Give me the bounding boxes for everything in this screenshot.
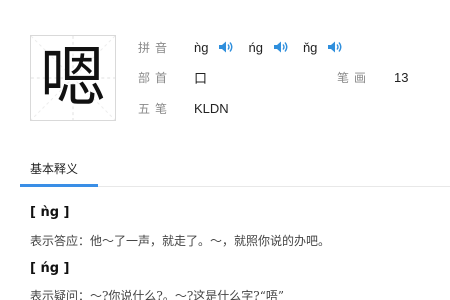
speaker-icon[interactable] <box>218 40 234 54</box>
wubi-label: 五笔 <box>138 101 173 116</box>
strokes-label: 笔画 <box>337 70 372 85</box>
pinyin-text: ńg <box>248 39 263 55</box>
definition-text: 表示疑问：～?你说什么?。～?这是什么字?“唔” <box>30 289 285 300</box>
pinyin-text: ňg <box>302 39 318 55</box>
pinyin-item: ňg <box>303 40 343 55</box>
pinyin-row: 拼音 ǹg ńg ňg <box>138 37 357 57</box>
speaker-icon[interactable] <box>273 40 289 54</box>
speaker-icon[interactable] <box>327 40 343 54</box>
strokes-label-wrap: 笔画 <box>337 67 393 87</box>
definition-pinyin-header: [ ǹg ] <box>30 205 70 220</box>
pinyin-label: 拼音 <box>138 40 173 55</box>
tab-active-indicator <box>20 184 98 187</box>
character-box: 嗯 <box>30 35 116 121</box>
definition-text: 表示答应：他～了一声，就走了。～，就照你说的办吧。 <box>30 234 331 248</box>
wubi-row: 五笔 KLDN <box>138 98 229 118</box>
radical-row: 部首 口 <box>138 67 438 87</box>
pinyin-text: ǹg <box>194 39 209 55</box>
strokes-value: 13 <box>394 69 409 85</box>
tab-label: 基本释义 <box>30 162 79 176</box>
character-glyph: 嗯 <box>40 39 106 116</box>
pinyin-item: ǹg <box>194 40 234 55</box>
strokes-value-wrap: 13 <box>394 67 408 87</box>
definition-pinyin-header: [ ńg ] <box>30 261 70 276</box>
radical-value: 口 <box>194 70 208 86</box>
divider <box>98 186 450 187</box>
radical-label: 部首 <box>138 70 173 85</box>
wubi-value: KLDN <box>194 100 229 116</box>
pinyin-item: ńg <box>248 40 288 55</box>
